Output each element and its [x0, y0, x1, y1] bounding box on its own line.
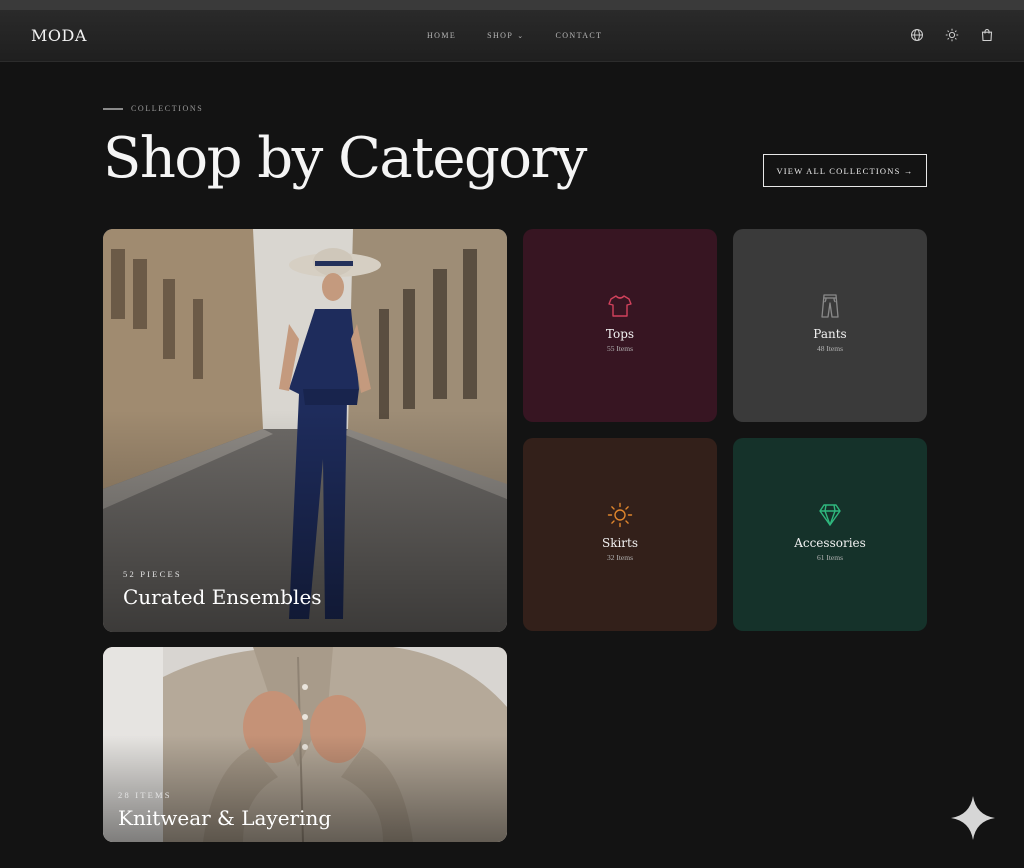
card-meta: 52 PIECES Curated Ensembles	[123, 569, 322, 609]
tile-label: Skirts	[601, 536, 639, 550]
diamond-icon	[817, 502, 843, 528]
main-nav: HOME SHOP ⌄ CONTACT	[427, 31, 633, 40]
section-eyebrow: COLLECTIONS	[103, 104, 203, 113]
category-tile-tops[interactable]: Tops 55 Items	[523, 229, 717, 422]
sun-icon[interactable]	[945, 28, 959, 42]
page-title: Shop by Category	[103, 126, 587, 191]
card-count: 28 ITEMS	[118, 790, 172, 800]
nav-contact-label: CONTACT	[555, 31, 603, 40]
category-card-curated-ensembles[interactable]: 52 PIECES Curated Ensembles	[103, 229, 507, 632]
category-card-knitwear[interactable]: 28 ITEMS Knitwear & Layering	[103, 647, 507, 842]
card-title: Knitwear & Layering	[118, 806, 332, 830]
view-all-collections-button[interactable]: VIEW ALL COLLECTIONS →	[763, 154, 927, 187]
tile-count: 48 Items	[816, 344, 844, 353]
navbar: MODA HOME SHOP ⌄ CONTACT	[0, 10, 1024, 62]
nav-shop-label: SHOP	[487, 31, 514, 40]
sparkle-icon	[951, 796, 995, 840]
tile-count: 55 Items	[606, 344, 634, 353]
card-meta: 28 ITEMS Knitwear & Layering	[118, 790, 331, 830]
sun-icon	[607, 502, 633, 528]
nav-shop[interactable]: SHOP ⌄	[487, 31, 524, 40]
nav-home[interactable]: HOME	[427, 31, 456, 40]
tile-label: Pants	[813, 327, 847, 341]
tile-label: Tops	[605, 327, 635, 341]
tile-label: Accessories	[794, 536, 866, 550]
logo[interactable]: MODA	[31, 26, 87, 45]
card-count: 52 PIECES	[123, 569, 182, 579]
card-title: Curated Ensembles	[123, 585, 322, 609]
nav-contact[interactable]: CONTACT	[555, 31, 602, 40]
eyebrow-divider	[103, 107, 123, 110]
nav-icons	[910, 28, 994, 42]
category-tile-pants[interactable]: Pants 48 Items	[733, 229, 927, 422]
nav-home-label: HOME	[427, 31, 457, 40]
category-tile-accessories[interactable]: Accessories 61 Items	[733, 438, 927, 631]
browser-top-strip	[0, 0, 1024, 10]
shirt-icon	[607, 293, 633, 319]
tile-count: 32 Items	[606, 553, 634, 562]
tile-count: 61 Items	[816, 553, 844, 562]
chevron-down-icon: ⌄	[517, 32, 525, 40]
globe-icon[interactable]	[910, 28, 924, 42]
pants-icon	[817, 293, 843, 319]
eyebrow-label: COLLECTIONS	[131, 104, 204, 113]
category-tile-skirts[interactable]: Skirts 32 Items	[523, 438, 717, 631]
shopping-bag-icon[interactable]	[980, 28, 994, 42]
